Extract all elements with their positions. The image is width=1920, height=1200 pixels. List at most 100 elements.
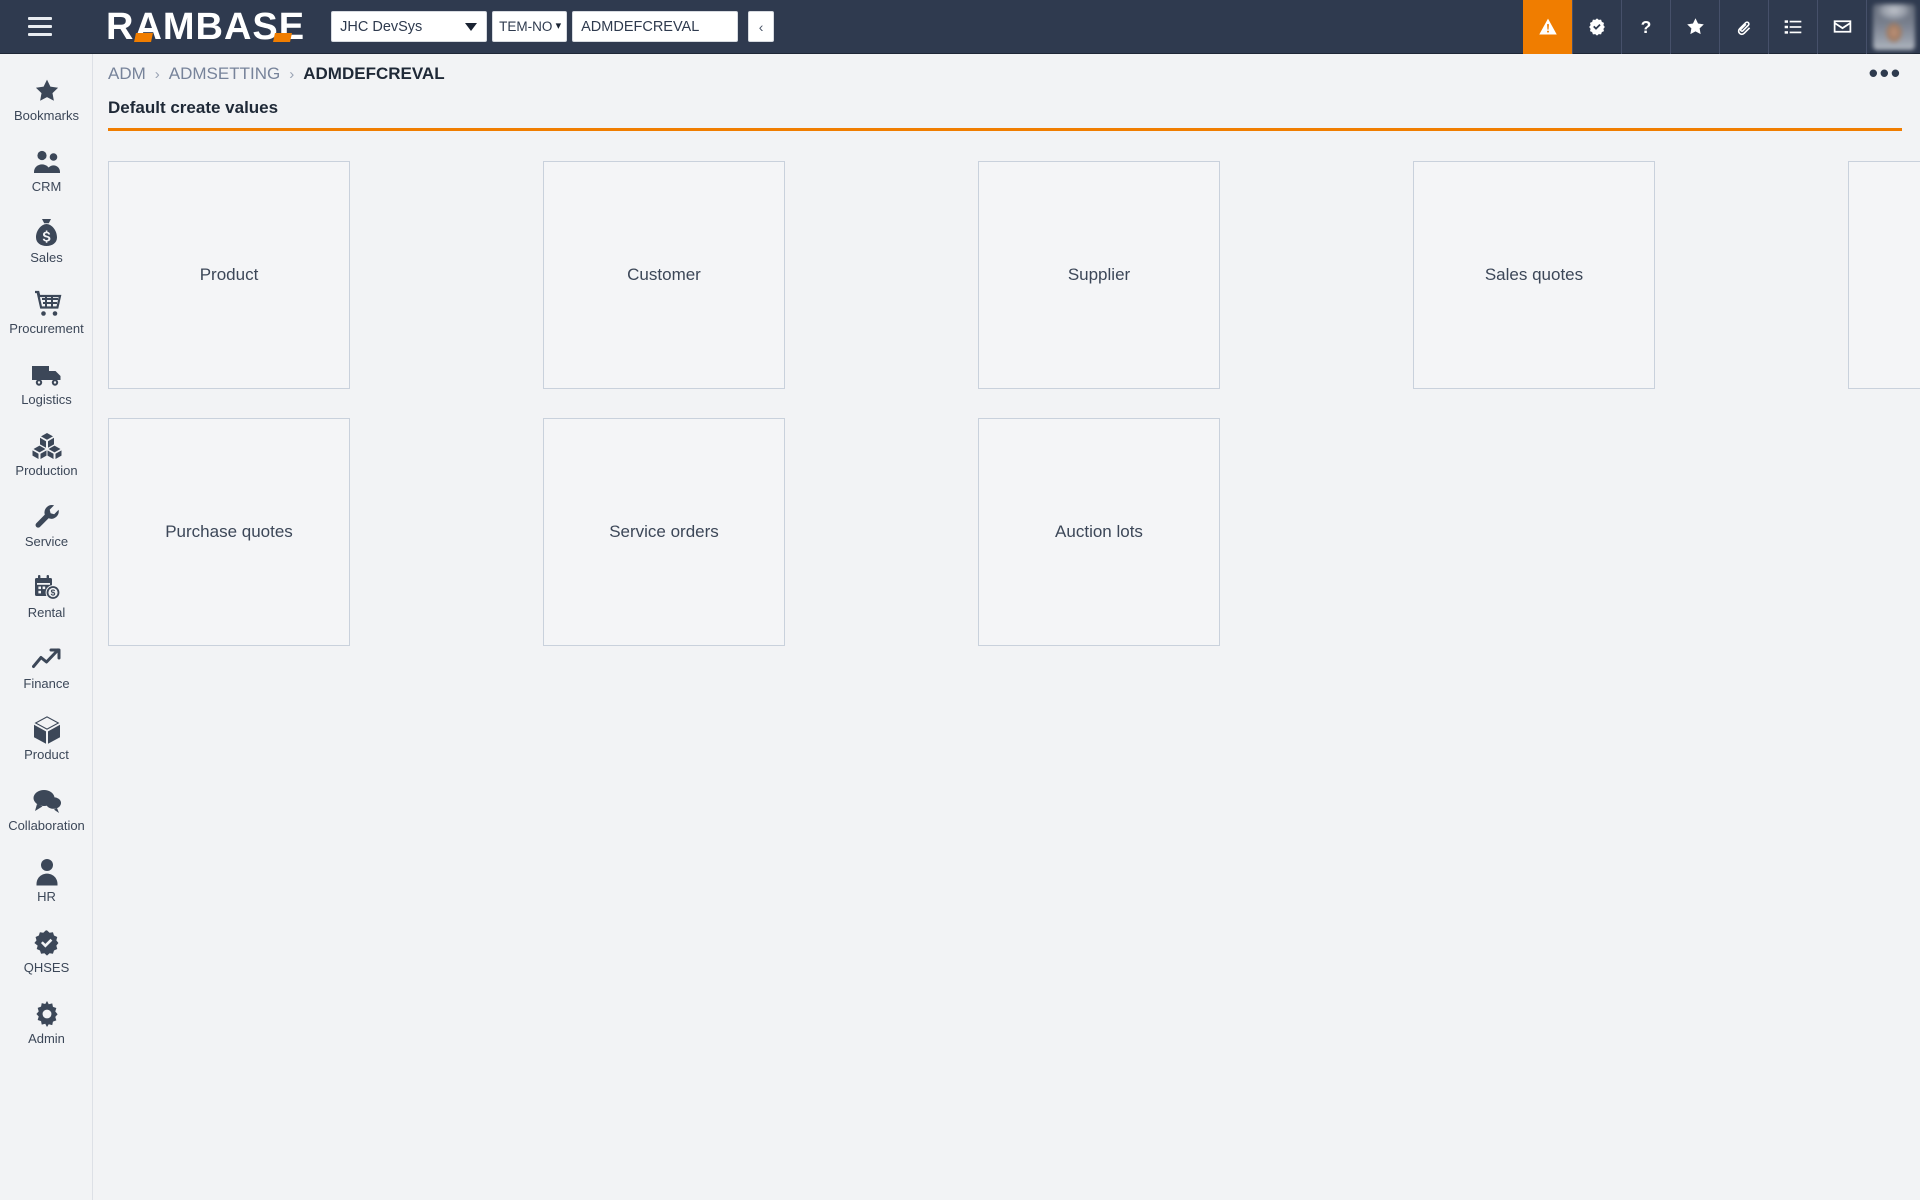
main-content: ADM › ADMSETTING › ADMDEFCREVAL ••• Defa… [94, 54, 1920, 1200]
card-row: Purchase quotes Service orders Auction l… [108, 418, 1908, 646]
avatar-image [1872, 3, 1915, 50]
title-underline [108, 128, 1902, 131]
svg-text:$: $ [50, 587, 55, 597]
card-supplier[interactable]: Supplier [978, 161, 1220, 389]
help-icon[interactable]: ? [1621, 0, 1670, 54]
hamburger-line [28, 17, 52, 20]
breadcrumb-separator: › [289, 65, 295, 83]
person-icon [35, 857, 59, 887]
sidebar-item-label: Service [24, 533, 69, 549]
card-label: Service orders [609, 522, 719, 542]
back-button[interactable]: ‹ [748, 11, 775, 42]
sidebar-item-label: Sales [30, 249, 63, 265]
sidebar-item-sales[interactable]: Sales [0, 206, 93, 277]
sidebar-item-collaboration[interactable]: Collaboration [0, 774, 93, 845]
sidebar-item-rental[interactable]: $ Rental [0, 561, 93, 632]
card-customer[interactable]: Customer [543, 161, 785, 389]
caret-down-icon [465, 22, 478, 31]
star-icon[interactable] [1670, 0, 1719, 54]
context-select[interactable]: TEM-NO ▾ [492, 11, 568, 42]
sidebar-item-label: QHSES [23, 959, 70, 975]
sidebar-item-crm[interactable]: CRM [0, 135, 93, 206]
card-label: Sales quotes [1484, 265, 1584, 285]
company-select[interactable]: JHC DevSys [331, 11, 488, 42]
card-purchase-quotes[interactable]: Purchase quotes [108, 418, 350, 646]
card-label: Purchase quotes [165, 522, 293, 542]
sidebar-item-label: HR [37, 888, 56, 904]
sidebar-item-label: Logistics [21, 391, 72, 407]
breadcrumb: ADM › ADMSETTING › ADMDEFCREVAL [108, 64, 445, 84]
card-sales-orders[interactable]: Sales orders [1848, 161, 1920, 389]
breadcrumb-item-admsetting[interactable]: ADMSETTING [169, 64, 280, 84]
card-label: Supplier [1067, 265, 1131, 285]
sidebar-item-hr[interactable]: HR [0, 845, 93, 916]
sidebar-item-finance[interactable]: Finance [0, 632, 93, 703]
card-row: Product Customer Supplier Sales quotes S… [108, 161, 1920, 389]
card-service-orders[interactable]: Service orders [543, 418, 785, 646]
star-icon [33, 76, 61, 106]
gear-icon [33, 999, 61, 1029]
hamburger-line [28, 25, 52, 28]
cube-icon [33, 715, 61, 745]
wrench-icon [33, 502, 61, 532]
people-icon [32, 147, 62, 177]
back-button-label: ‹ [758, 18, 764, 35]
sidebar-item-qhses[interactable]: QHSES [0, 916, 93, 987]
warning-icon[interactable] [1523, 0, 1572, 54]
boxes-icon [32, 431, 62, 461]
sidebar-item-admin[interactable]: Admin [0, 987, 93, 1058]
breadcrumb-current: ADMDEFCREVAL [303, 64, 445, 83]
card-product[interactable]: Product [108, 161, 350, 389]
company-select-value: JHC DevSys [340, 18, 423, 35]
rambase-logo[interactable]: RAMBASE [106, 8, 305, 46]
svg-text:?: ? [1641, 16, 1652, 36]
sidebar-item-label: Procurement [9, 320, 84, 336]
paperclip-icon[interactable] [1719, 0, 1768, 54]
sidebar-item-procurement[interactable]: Procurement [0, 277, 93, 348]
sidebar-item-label: Bookmarks [13, 107, 80, 123]
sidebar-item-label: Production [15, 462, 78, 478]
sidebar-item-label: Admin [28, 1030, 65, 1046]
card-label: Sales orders [1913, 264, 1920, 285]
page-title: Default create values [108, 98, 279, 117]
card-label: Auction lots [1055, 522, 1143, 542]
hamburger-icon[interactable] [12, 0, 68, 54]
sidebar-item-logistics[interactable]: Logistics [0, 348, 93, 419]
context-select-value: TEM-NO [499, 19, 553, 34]
overflow-menu-icon[interactable]: ••• [1869, 60, 1902, 86]
sidebar-item-label: Product [24, 746, 69, 762]
list-icon[interactable] [1768, 0, 1817, 54]
cards-area: Product Customer Supplier Sales quotes S… [108, 161, 1920, 646]
line-chart-icon [31, 644, 62, 674]
sidebar-item-label: Collaboration [8, 817, 85, 833]
user-avatar[interactable] [1866, 0, 1920, 54]
card-label: Product [199, 265, 259, 285]
chevron-down-icon: ▾ [555, 20, 562, 32]
verified-badge-icon[interactable] [1572, 0, 1621, 54]
sidebar-item-production[interactable]: Production [0, 419, 93, 490]
sidebar-item-service[interactable]: Service [0, 490, 93, 561]
shopping-cart-icon [32, 289, 62, 319]
breadcrumb-separator: › [154, 65, 160, 83]
topbar-icon-group: ? [1523, 0, 1920, 54]
logo-accent-left [134, 32, 153, 42]
envelope-icon[interactable] [1817, 0, 1866, 54]
verified-badge-icon [33, 928, 61, 958]
money-bag-icon [34, 218, 59, 248]
sidebar-item-label: Finance [23, 675, 70, 691]
calendar-dollar-icon: $ [33, 573, 61, 603]
nav-controls: JHC DevSys TEM-NO ▾ ‹ [331, 11, 775, 42]
sidebar-item-label: Rental [27, 604, 66, 620]
card-auction-lots[interactable]: Auction lots [978, 418, 1220, 646]
sidebar-item-bookmarks[interactable]: Bookmarks [0, 64, 93, 135]
sidebar: Bookmarks CRM Sales Procurement Logistic… [0, 54, 93, 1200]
sidebar-item-product[interactable]: Product [0, 703, 93, 774]
breadcrumb-item-adm[interactable]: ADM [108, 64, 146, 84]
card-sales-quotes[interactable]: Sales quotes [1413, 161, 1655, 389]
top-bar: RAMBASE JHC DevSys TEM-NO ▾ ‹ ? [0, 0, 1920, 54]
sidebar-item-label: CRM [31, 178, 62, 194]
hamburger-line [28, 33, 52, 36]
chat-bubbles-icon [32, 786, 62, 816]
truck-icon [31, 360, 63, 390]
program-input[interactable] [572, 11, 739, 42]
